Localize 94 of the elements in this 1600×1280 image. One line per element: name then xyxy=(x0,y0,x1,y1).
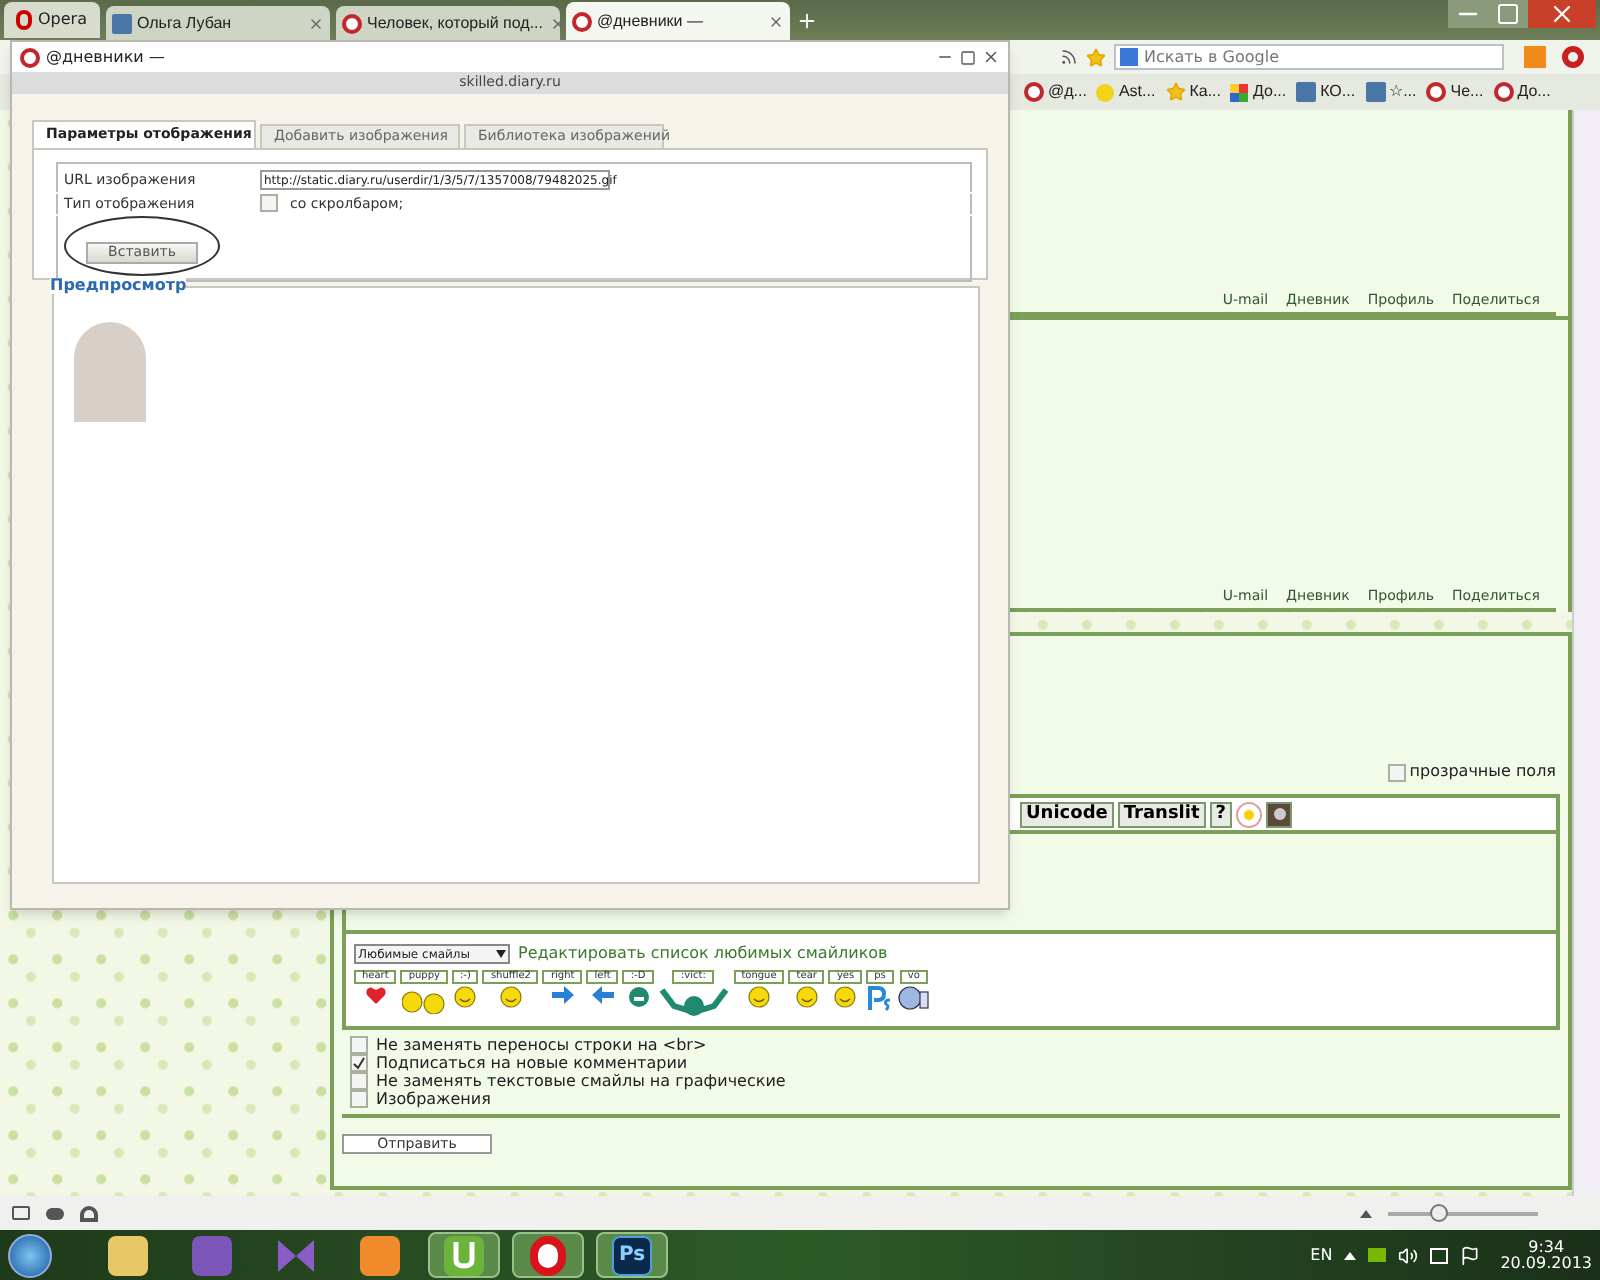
eye-icon xyxy=(1426,82,1447,102)
close-icon[interactable] xyxy=(982,48,1000,66)
checkbox-label: прозрачные поля xyxy=(1409,760,1556,784)
smiley-icon[interactable] xyxy=(795,986,818,1008)
opera-icon[interactable] xyxy=(1562,46,1584,68)
close-icon[interactable] xyxy=(549,15,565,31)
bookmark[interactable]: КО... xyxy=(1296,80,1356,104)
close-icon[interactable] xyxy=(1528,0,1596,28)
scrollbar[interactable] xyxy=(1572,110,1600,1196)
checkbox[interactable] xyxy=(350,1054,368,1072)
smiley-icon[interactable] xyxy=(499,986,522,1008)
sun-icon xyxy=(1096,83,1115,101)
preview-legend: Предпросмотр xyxy=(50,278,187,294)
eye-icon xyxy=(341,13,361,33)
cloud-icon[interactable] xyxy=(46,1207,64,1219)
close-icon[interactable] xyxy=(767,13,783,29)
eye-icon xyxy=(571,11,591,31)
smiley-pair-icon[interactable] xyxy=(402,986,447,1014)
tray-caret-icon[interactable] xyxy=(1344,1251,1357,1259)
start-orb-icon[interactable] xyxy=(8,1233,52,1277)
torrent-icon[interactable] xyxy=(444,1235,484,1275)
new-tab-icon[interactable] xyxy=(795,10,817,32)
thumbs-up-smiley-icon[interactable] xyxy=(897,986,930,1010)
taskbar-app[interactable] xyxy=(428,1232,500,1278)
close-icon[interactable] xyxy=(307,15,323,31)
bookmark[interactable]: @д... xyxy=(1024,80,1087,104)
arrow-right-icon[interactable] xyxy=(551,986,574,1004)
tab-title: @дневники — xyxy=(597,9,705,33)
popup-title: @дневники — xyxy=(46,45,167,69)
grinning-smiley-icon[interactable] xyxy=(627,986,650,1008)
browser-tab[interactable]: @дневники — xyxy=(565,2,789,40)
bookmark[interactable]: До... xyxy=(1230,80,1287,104)
taskbar-app[interactable]: Ps xyxy=(596,1232,668,1278)
option-label: Не заменять текстовые смайлы на графические xyxy=(376,1071,786,1091)
maximize-icon[interactable] xyxy=(1488,0,1528,28)
opera-icon[interactable] xyxy=(530,1235,566,1275)
flag-icon[interactable] xyxy=(1460,1245,1481,1265)
eye-icon xyxy=(1024,82,1044,102)
option-label: Подписаться на новые комментарии xyxy=(376,1053,688,1073)
checkbox[interactable] xyxy=(260,194,278,213)
eye-icon xyxy=(1493,82,1514,102)
toolbar-button[interactable]: Translit xyxy=(1117,801,1206,827)
photoshop-icon[interactable]: Ps xyxy=(612,1235,652,1275)
bookmark[interactable]: Ка... xyxy=(1165,80,1221,104)
folder-icon[interactable] xyxy=(108,1235,148,1275)
eye-icon xyxy=(20,47,40,67)
maximize-icon[interactable] xyxy=(960,49,976,65)
ps-smiley-icon[interactable] xyxy=(867,986,892,1012)
search-placeholder: Искать в Google xyxy=(1144,45,1280,69)
opera-icon xyxy=(16,10,32,30)
feed-icon[interactable] xyxy=(1060,48,1078,66)
dropdown-caret-icon xyxy=(496,950,506,958)
browser-tab[interactable]: Ольга Лубан xyxy=(105,6,329,40)
arrow-left-icon[interactable] xyxy=(591,986,614,1004)
star-icon[interactable] xyxy=(1086,47,1106,67)
toolbar-button[interactable]: Unicode xyxy=(1020,801,1114,827)
camera-icon[interactable] xyxy=(1266,801,1293,827)
smiley-icon[interactable] xyxy=(454,986,477,1008)
option-label: Изображения xyxy=(376,1087,491,1111)
check-mark-icon xyxy=(352,1056,366,1070)
toolbar-button[interactable]: ? xyxy=(1209,801,1233,827)
taskbar-app[interactable] xyxy=(512,1232,584,1278)
up-caret-icon[interactable] xyxy=(1360,1209,1372,1217)
checkbox[interactable] xyxy=(350,1090,368,1108)
play-icon[interactable] xyxy=(360,1235,400,1275)
tab-title: Ольга Лубан xyxy=(137,11,234,35)
clock-time: 9:34 xyxy=(1528,1239,1565,1255)
checkbox[interactable] xyxy=(350,1072,368,1090)
clock-date: 20.09.2013 xyxy=(1500,1255,1592,1271)
victory-smiley-icon[interactable] xyxy=(657,986,730,1018)
browser-tab[interactable]: Человек, который под... xyxy=(335,6,559,40)
speedometer-icon[interactable] xyxy=(80,1205,98,1221)
zoom-slider-thumb[interactable] xyxy=(1429,1203,1448,1221)
bookmark[interactable]: Че... xyxy=(1426,80,1484,104)
opera-menu-button[interactable]: Opera xyxy=(4,2,99,38)
bookmark[interactable]: ☆... xyxy=(1365,80,1417,104)
minimize-icon[interactable] xyxy=(1448,0,1488,28)
image-placeholder xyxy=(74,322,146,422)
speaker-icon[interactable] xyxy=(1398,1245,1419,1265)
bookmark[interactable]: Ast... xyxy=(1096,80,1156,104)
bookmark[interactable]: До... xyxy=(1493,80,1551,104)
bowtie-icon[interactable] xyxy=(276,1237,316,1273)
smiley-icon[interactable] xyxy=(834,986,857,1008)
smiley-icon[interactable] xyxy=(747,986,770,1008)
panel-icon[interactable] xyxy=(12,1206,30,1220)
checkbox[interactable] xyxy=(1387,763,1406,781)
heart-icon[interactable] xyxy=(365,986,386,1004)
option-label: Не заменять переносы строки на <br> xyxy=(376,1033,707,1056)
star-icon xyxy=(1165,82,1186,102)
language-indicator[interactable]: EN xyxy=(1310,1243,1333,1267)
checkbox[interactable] xyxy=(350,1036,368,1054)
edit-smileys-link[interactable]: Редактировать список любимых смайликов xyxy=(518,942,888,966)
tab-title: Человек, который под... xyxy=(367,11,543,35)
search-field[interactable]: Искать в Google xyxy=(1114,44,1504,70)
